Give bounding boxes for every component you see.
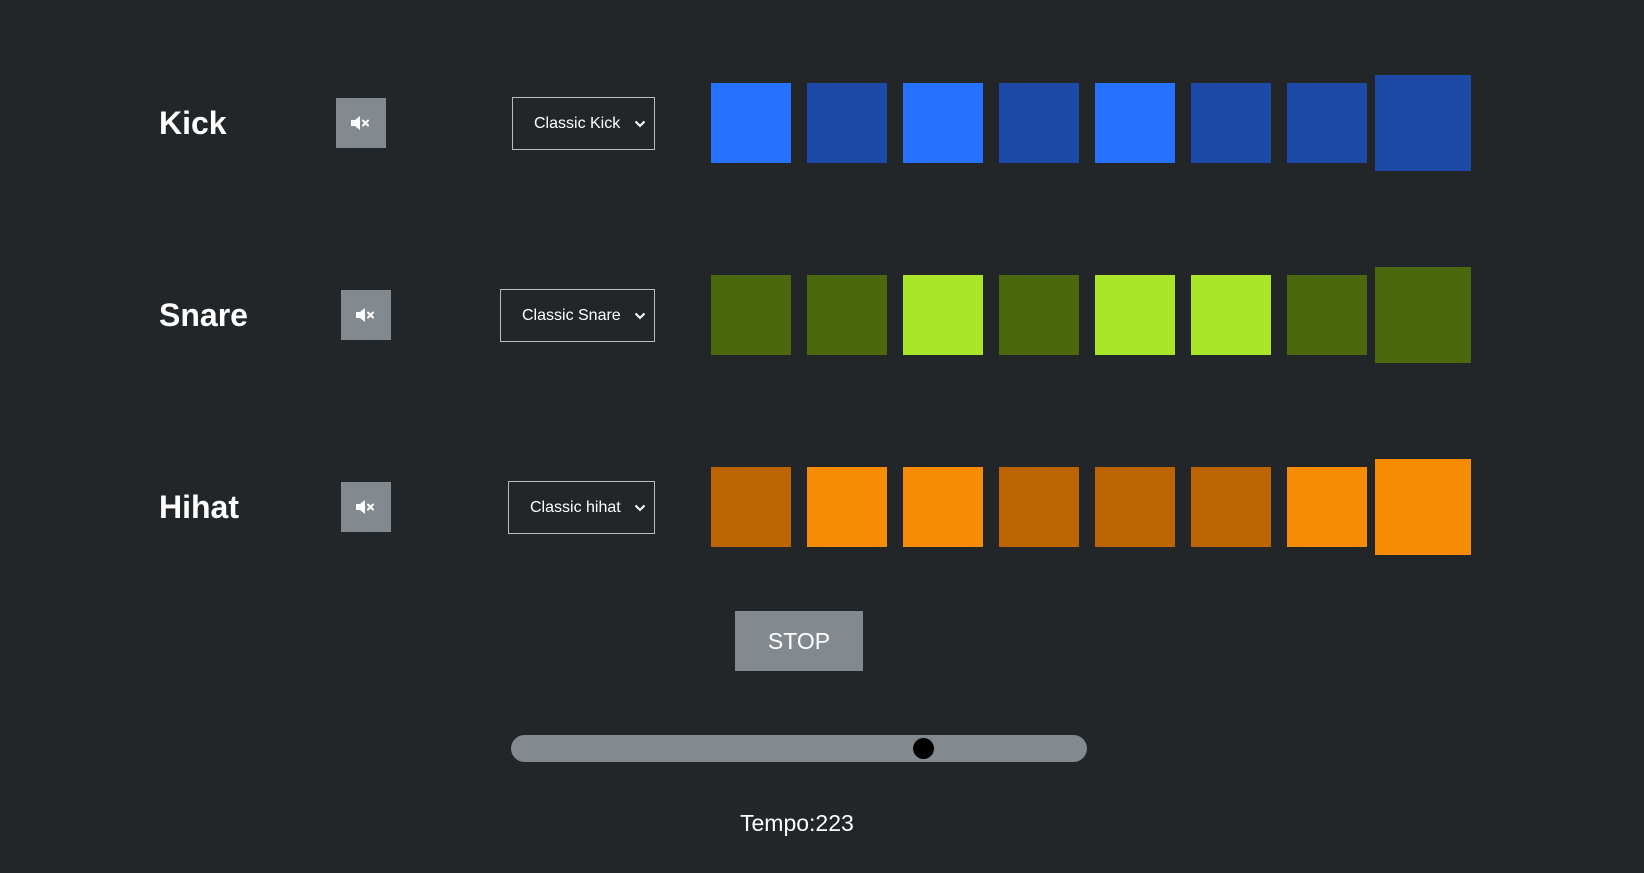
step-pad[interactable] <box>807 83 887 163</box>
track-name-hihat: Hihat <box>159 489 239 525</box>
tempo-readout: Tempo:223 <box>740 810 854 836</box>
step-pad[interactable] <box>1287 467 1367 547</box>
step-pad[interactable] <box>903 275 983 355</box>
track-name-kick: Kick <box>159 105 227 141</box>
step-pad[interactable] <box>1095 83 1175 163</box>
step-pad[interactable] <box>1287 275 1367 355</box>
speaker-muted-icon <box>350 115 372 131</box>
step-pad[interactable] <box>807 467 887 547</box>
chevron-down-icon <box>634 504 646 511</box>
step-pad[interactable] <box>1375 75 1471 171</box>
mute-button-kick[interactable] <box>336 98 386 148</box>
mute-button-snare[interactable] <box>341 290 391 340</box>
sample-select-hihat-value: Classic hihat <box>530 498 621 516</box>
tempo-slider[interactable] <box>511 735 1087 762</box>
step-pad[interactable] <box>1095 467 1175 547</box>
speaker-muted-icon <box>355 307 377 323</box>
sample-select-hihat[interactable]: Classic hihat <box>508 481 655 534</box>
track-name-snare: Snare <box>159 297 248 333</box>
chevron-down-icon <box>634 312 646 319</box>
step-pad[interactable] <box>1191 275 1271 355</box>
sample-select-kick[interactable]: Classic Kick <box>512 97 655 150</box>
tempo-slider-thumb[interactable] <box>912 738 934 759</box>
sample-select-kick-value: Classic Kick <box>534 114 621 132</box>
step-pad[interactable] <box>711 83 791 163</box>
mute-button-hihat[interactable] <box>341 482 391 532</box>
sample-select-snare[interactable]: Classic Snare <box>500 289 655 342</box>
speaker-muted-icon <box>355 499 377 515</box>
chevron-down-icon <box>634 120 646 127</box>
step-pad[interactable] <box>1375 459 1471 555</box>
step-pad[interactable] <box>999 83 1079 163</box>
step-pad[interactable] <box>1191 83 1271 163</box>
step-pad[interactable] <box>999 467 1079 547</box>
step-pad[interactable] <box>999 275 1079 355</box>
stop-button[interactable]: STOP <box>735 611 863 671</box>
step-pad[interactable] <box>711 467 791 547</box>
step-pad[interactable] <box>1095 275 1175 355</box>
sample-select-snare-value: Classic Snare <box>522 306 621 324</box>
step-pad[interactable] <box>1287 83 1367 163</box>
step-pad[interactable] <box>807 275 887 355</box>
step-pad[interactable] <box>1375 267 1471 363</box>
step-pad[interactable] <box>711 275 791 355</box>
step-pad[interactable] <box>1191 467 1271 547</box>
step-pad[interactable] <box>903 467 983 547</box>
step-pad[interactable] <box>903 83 983 163</box>
